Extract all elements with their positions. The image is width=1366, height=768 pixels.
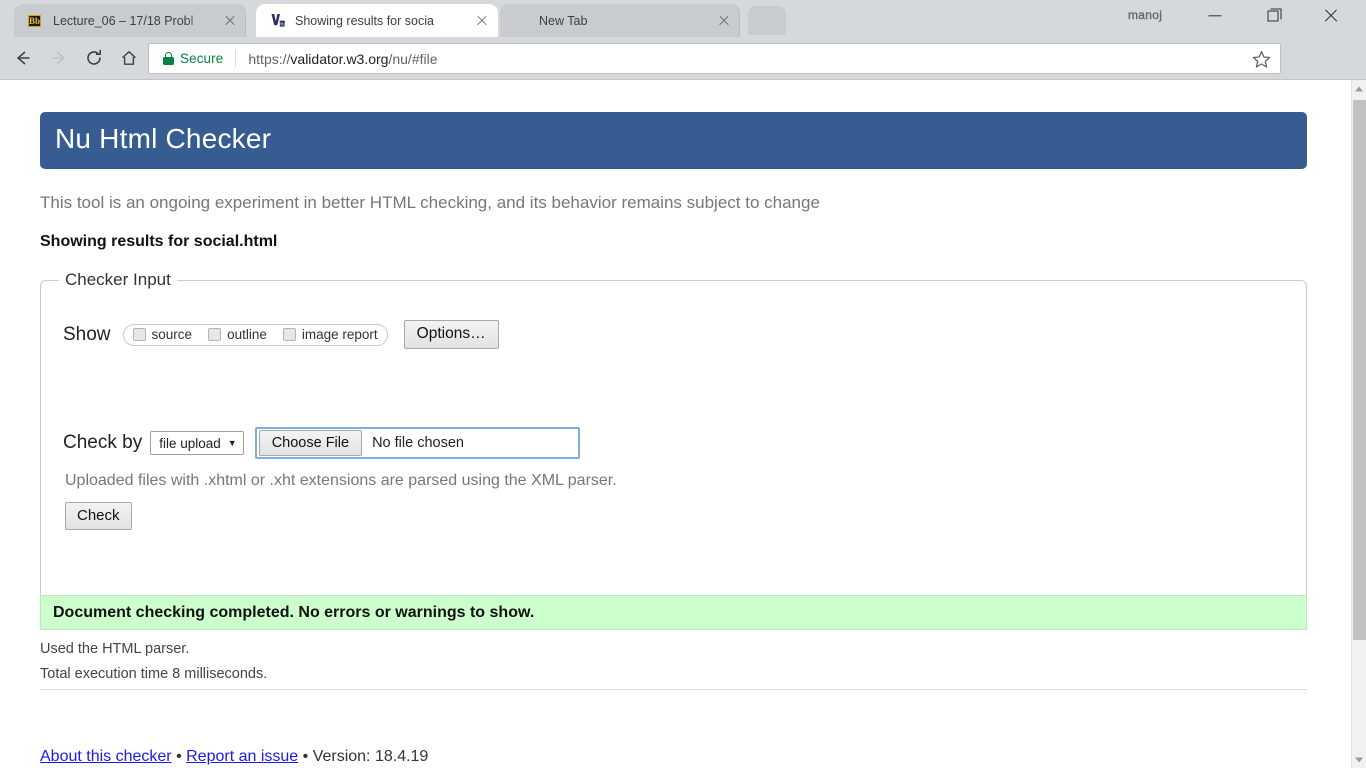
browser-chrome: Bb Lecture_06 – 17/18 Probl nu Showing r… (0, 0, 1366, 105)
security-label: Secure (180, 51, 224, 66)
close-icon[interactable] (472, 11, 492, 31)
chevron-down-icon (1355, 757, 1363, 762)
page-footer: About this checker • Report an issue • V… (40, 748, 428, 766)
close-window-button[interactable] (1308, 0, 1354, 32)
blank-favicon-icon (514, 13, 530, 29)
footer-divider (40, 689, 1307, 690)
page-scrollbar[interactable] (1351, 80, 1366, 768)
success-message-box: Document checking completed. No errors o… (40, 595, 1307, 630)
omnibox-divider (235, 50, 237, 67)
blackboard-icon: Bb (28, 13, 44, 29)
chevron-down-icon: ▼ (227, 437, 237, 448)
scroll-up-button[interactable] (1352, 80, 1366, 97)
choose-file-button[interactable]: Choose File (258, 430, 363, 456)
maximize-icon (1267, 8, 1282, 22)
checkbox-label: source (151, 327, 193, 342)
results-heading: Showing results for social.html (40, 233, 278, 250)
url-scheme: https:// (248, 50, 291, 67)
tab-new-tab[interactable]: New Tab (500, 4, 740, 37)
maximize-button[interactable] (1250, 0, 1296, 32)
reload-icon (85, 49, 103, 67)
blackboard-icon-glyph: Bb (28, 14, 42, 27)
version-text: Version: 18.4.19 (312, 748, 429, 765)
address-bar[interactable]: Secure https://validator.w3.org/nu/#file (148, 43, 1281, 74)
lock-icon (163, 52, 174, 65)
check-by-label: Check by (63, 432, 143, 453)
page-subtitle: This tool is an ongoing experiment in be… (40, 193, 820, 212)
url-text: https://validator.w3.org/nu/#file (248, 51, 437, 67)
scrollbar-thumb[interactable] (1353, 100, 1366, 640)
footer-separator: • (298, 748, 313, 765)
url-path: /nu/#file (388, 50, 438, 67)
show-label: Show (63, 323, 111, 345)
close-icon (1323, 8, 1339, 24)
bookmark-button[interactable] (1251, 49, 1272, 70)
star-icon (1252, 50, 1271, 68)
success-message-text: Document checking completed. No errors o… (53, 603, 535, 621)
close-icon[interactable] (220, 11, 240, 31)
tab-title: New Tab (539, 13, 588, 28)
forward-button (43, 42, 75, 74)
checkbox-image-report[interactable]: image report (282, 327, 378, 342)
tab-lecture-06[interactable]: Bb Lecture_06 – 17/18 Probl (14, 4, 246, 37)
nu-validator-icon: nu (270, 13, 286, 29)
check-button[interactable]: Check (65, 502, 132, 530)
options-button[interactable]: Options… (403, 320, 499, 349)
file-upload-input[interactable]: Choose File No file chosen (254, 427, 580, 459)
check-by-select[interactable]: file upload ▼ (150, 431, 244, 455)
chevron-up-icon (1355, 86, 1363, 91)
svg-text:nu: nu (279, 21, 285, 27)
checkbox-box[interactable] (132, 328, 146, 341)
report-an-issue-link[interactable]: Report an issue (186, 748, 298, 765)
home-button[interactable] (113, 42, 145, 74)
checker-input-legend: Checker Input (65, 270, 171, 289)
minimize-icon (1208, 15, 1222, 17)
show-options-row: Show source outline image report Options… (63, 320, 499, 349)
checkbox-label: image report (301, 327, 378, 342)
tab-title: Showing results for socia (295, 13, 434, 28)
upload-hint-text: Uploaded files with .xhtml or .xht exten… (65, 472, 617, 489)
footer-separator: • (171, 748, 187, 765)
nu-validator-icon-glyph: nu (271, 13, 285, 27)
close-icon[interactable] (714, 11, 734, 31)
back-arrow-icon (15, 50, 32, 67)
parser-info-text: Used the HTML parser. (40, 641, 190, 657)
file-status-text: No file chosen (372, 435, 464, 451)
back-button[interactable] (7, 42, 39, 74)
tab-showing-results[interactable]: nu Showing results for socia (256, 4, 498, 37)
minimize-button[interactable] (1192, 0, 1238, 32)
checkbox-label: outline (227, 327, 267, 342)
scroll-down-button[interactable] (1352, 751, 1366, 768)
checkbox-box[interactable] (208, 328, 222, 341)
check-by-selected-value: file upload (159, 435, 221, 451)
show-checkbox-group: source outline image report (122, 323, 388, 346)
tab-title: Lecture_06 – 17/18 Probl (53, 13, 194, 28)
page-title: Nu Html Checker (55, 123, 272, 154)
browser-window: Bb Lecture_06 – 17/18 Probl nu Showing r… (0, 0, 1366, 768)
execution-time-text: Total execution time 8 milliseconds. (40, 666, 268, 682)
check-by-row: Check by file upload ▼ Choose File No fi… (63, 427, 580, 459)
url-host: validator.w3.org (290, 50, 389, 67)
page-banner: Nu Html Checker (40, 112, 1307, 169)
page-viewport: Nu Html Checker This tool is an ongoing … (0, 80, 1351, 768)
checkbox-outline[interactable]: outline (208, 327, 267, 342)
profile-label[interactable]: manoj (1128, 8, 1162, 22)
security-indicator[interactable]: Secure (163, 51, 223, 66)
about-this-checker-link[interactable]: About this checker (40, 748, 172, 765)
checker-input-fieldset: Checker Input Show source outline image … (40, 270, 1307, 610)
new-tab-button[interactable] (748, 6, 786, 35)
checkbox-box[interactable] (282, 328, 296, 341)
reload-button[interactable] (78, 42, 110, 74)
home-icon (120, 49, 138, 67)
forward-arrow-icon (51, 50, 68, 67)
checkbox-source[interactable]: source (132, 327, 193, 342)
browser-toolbar: Secure https://validator.w3.org/nu/#file (0, 37, 1366, 105)
